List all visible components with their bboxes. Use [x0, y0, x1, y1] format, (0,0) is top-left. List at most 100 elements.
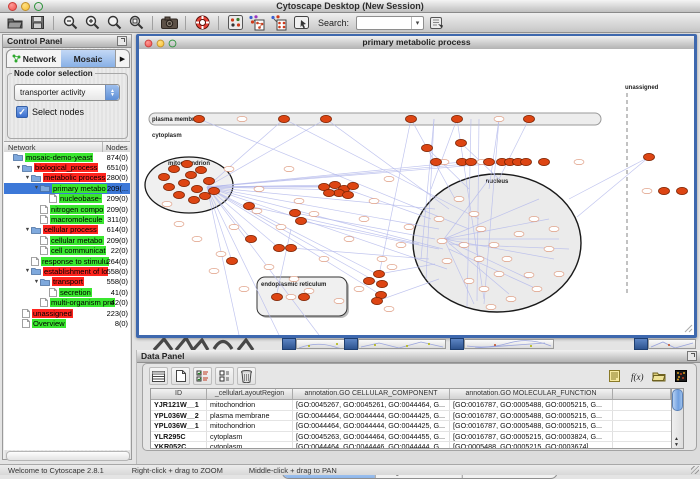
tree-row[interactable]: secretion41(0) [4, 287, 130, 297]
snapshot-icon[interactable] [160, 14, 178, 31]
tree-row[interactable]: ▼cellular process614(0) [4, 225, 130, 235]
float-data-panel-icon[interactable] [687, 351, 697, 361]
background-window-fragment[interactable] [450, 338, 464, 350]
table-cell: [GO:0016787, GO:0005488, GO:0005215, G..… [450, 411, 613, 421]
table-row[interactable]: YPL036W__2plasma membrane[GO:0044464, GO… [151, 411, 671, 422]
table-vscrollbar[interactable]: ▲▼ [671, 388, 684, 449]
tree-row[interactable]: ▼establishment of lo558(0) [4, 266, 130, 276]
zoom-window-icon[interactable] [34, 2, 43, 11]
select-nodes-checkbox[interactable]: ✓ [16, 106, 28, 118]
table-header-cell[interactable]: annotation.GO CELLULAR_COMPONENT [293, 389, 450, 399]
select-attributes-icon[interactable] [193, 367, 212, 385]
network-label-node [396, 242, 406, 247]
zoom-selected-icon[interactable] [127, 14, 145, 31]
control-panel-hscrollbar[interactable] [6, 451, 130, 461]
search-input[interactable]: ▾ [356, 16, 424, 30]
delete-attribute-icon[interactable] [237, 367, 256, 385]
help-ring-icon[interactable] [193, 14, 211, 31]
layout-settings-icon[interactable] [226, 14, 244, 31]
attribute-notes-icon[interactable] [605, 367, 624, 385]
tree-expand-arrow-icon[interactable]: ▼ [33, 185, 40, 191]
node-color-dropdown[interactable]: transporter activity ▲▼ [14, 84, 120, 101]
table-header-cell[interactable]: ID [151, 389, 207, 399]
network-node [539, 158, 550, 165]
table-header-cell[interactable]: _cellularLayoutRegion [207, 389, 293, 399]
tree-row[interactable]: cellular metabo209(0) [4, 235, 130, 245]
unselect-attributes-icon[interactable] [215, 367, 234, 385]
network-node [189, 196, 200, 203]
open-folder-icon[interactable] [6, 14, 24, 31]
network-label-node [459, 242, 469, 247]
tree-row[interactable]: macromolecule311(0) [4, 214, 130, 224]
tree-row[interactable]: mosaic-demo-yeast874(0) [4, 152, 130, 162]
network-label-node [476, 226, 486, 231]
table-header-cell[interactable] [613, 389, 671, 399]
table-row[interactable]: YPL036W__1mitochondrion[GO:0044464, GO:0… [151, 421, 671, 432]
table-row[interactable]: YKR052Ccytoplasm[GO:0044464, GO:0044446,… [151, 442, 671, 449]
network-edge [577, 157, 649, 217]
tree-row[interactable]: ▼metabolic process280(0) [4, 173, 130, 183]
zoom-fit-icon[interactable] [105, 14, 123, 31]
tree-expand-arrow-icon[interactable]: ▼ [24, 227, 31, 233]
network-canvas[interactable]: plasma membranecytoplasmmitochondrionnuc… [139, 49, 694, 335]
minimize-window-icon[interactable] [21, 2, 30, 11]
background-window-fragment[interactable] [344, 338, 358, 350]
network-label-node [276, 224, 286, 229]
table-cell: cytoplasm [207, 432, 293, 442]
network-view-frame[interactable]: primary metabolic process plasma membran… [136, 34, 697, 338]
background-window-thumbnail[interactable] [358, 339, 446, 349]
zoom-out-icon[interactable] [61, 14, 79, 31]
network-view-titlebar[interactable]: primary metabolic process [139, 36, 694, 50]
network-minimize-icon[interactable] [157, 40, 165, 48]
search-options-icon[interactable] [428, 14, 446, 31]
attribute-table-icon[interactable] [149, 367, 168, 385]
network-node [296, 217, 307, 224]
attribute-matrix-icon[interactable] [671, 367, 690, 385]
tree-row[interactable]: ▼transport558(0) [4, 277, 130, 287]
tab-overflow-arrow[interactable]: ▶ [115, 50, 129, 67]
table-row[interactable]: YJR121W__1mitochondrion[GO:0045267, GO:0… [151, 400, 671, 411]
tab-mosaic[interactable]: Mosaic [61, 50, 115, 67]
tree-expand-arrow-icon[interactable]: ▼ [24, 175, 31, 181]
network-edge [291, 248, 429, 259]
tab-network-label: Network [23, 54, 57, 64]
tree-expand-arrow-icon[interactable]: ▼ [15, 165, 22, 171]
tree-row-count: 209(0) [107, 236, 128, 245]
background-window-fragment[interactable] [282, 338, 296, 350]
function-builder-icon[interactable]: f(x) [627, 367, 646, 385]
table-header-cell[interactable]: annotation.GO MOLECULAR_FUNCTION [450, 389, 613, 399]
network-edge [207, 119, 284, 187]
import-network-icon[interactable] [248, 14, 266, 31]
tree-expand-arrow-icon[interactable]: ▼ [24, 268, 31, 274]
background-window-thumbnail[interactable] [648, 339, 696, 349]
tab-network[interactable]: Network [7, 50, 61, 67]
background-window-fragment[interactable] [634, 338, 648, 350]
search-dropdown-icon[interactable]: ▾ [411, 17, 423, 29]
tree-expand-arrow-icon[interactable]: ▼ [33, 279, 40, 285]
import-table-icon[interactable] [270, 14, 288, 31]
table-vscrollbar-arrows[interactable]: ▲▼ [672, 436, 681, 448]
new-attribute-icon[interactable] [171, 367, 190, 385]
save-icon[interactable] [28, 14, 46, 31]
tree-row[interactable]: ▼primary metabo209(... [4, 183, 130, 193]
zoom-in-icon[interactable] [83, 14, 101, 31]
annotation-icon[interactable] [292, 14, 310, 31]
tree-row[interactable]: nitrogen compo209(0) [4, 204, 130, 214]
tree-row[interactable]: nucleobase-209(0) [4, 194, 130, 204]
tree-row[interactable]: response to stimulu264(0) [4, 256, 130, 266]
network-zoom-icon[interactable] [169, 40, 177, 48]
table-row[interactable]: YLR295Ccytoplasm[GO:0045263, GO:0044464,… [151, 432, 671, 443]
node-color-dropdown-value: transporter activity [15, 88, 105, 97]
tree-row[interactable]: Overview8(0) [4, 318, 130, 328]
table-vscrollbar-thumb[interactable] [672, 389, 683, 411]
window-resize-grip[interactable] [691, 466, 699, 474]
tree-row[interactable]: cell communicat22(0) [4, 246, 130, 256]
tree-row[interactable]: multi-organism pro42(0) [4, 297, 130, 307]
close-window-icon[interactable] [8, 2, 17, 11]
tree-row[interactable]: unassigned223(0) [4, 308, 130, 318]
import-attributes-icon[interactable] [649, 367, 668, 385]
tree-row[interactable]: ▼biological_process651(0) [4, 162, 130, 172]
background-window-thumbnail[interactable] [464, 339, 554, 349]
network-close-icon[interactable] [145, 40, 153, 48]
float-panel-icon[interactable] [117, 36, 127, 46]
